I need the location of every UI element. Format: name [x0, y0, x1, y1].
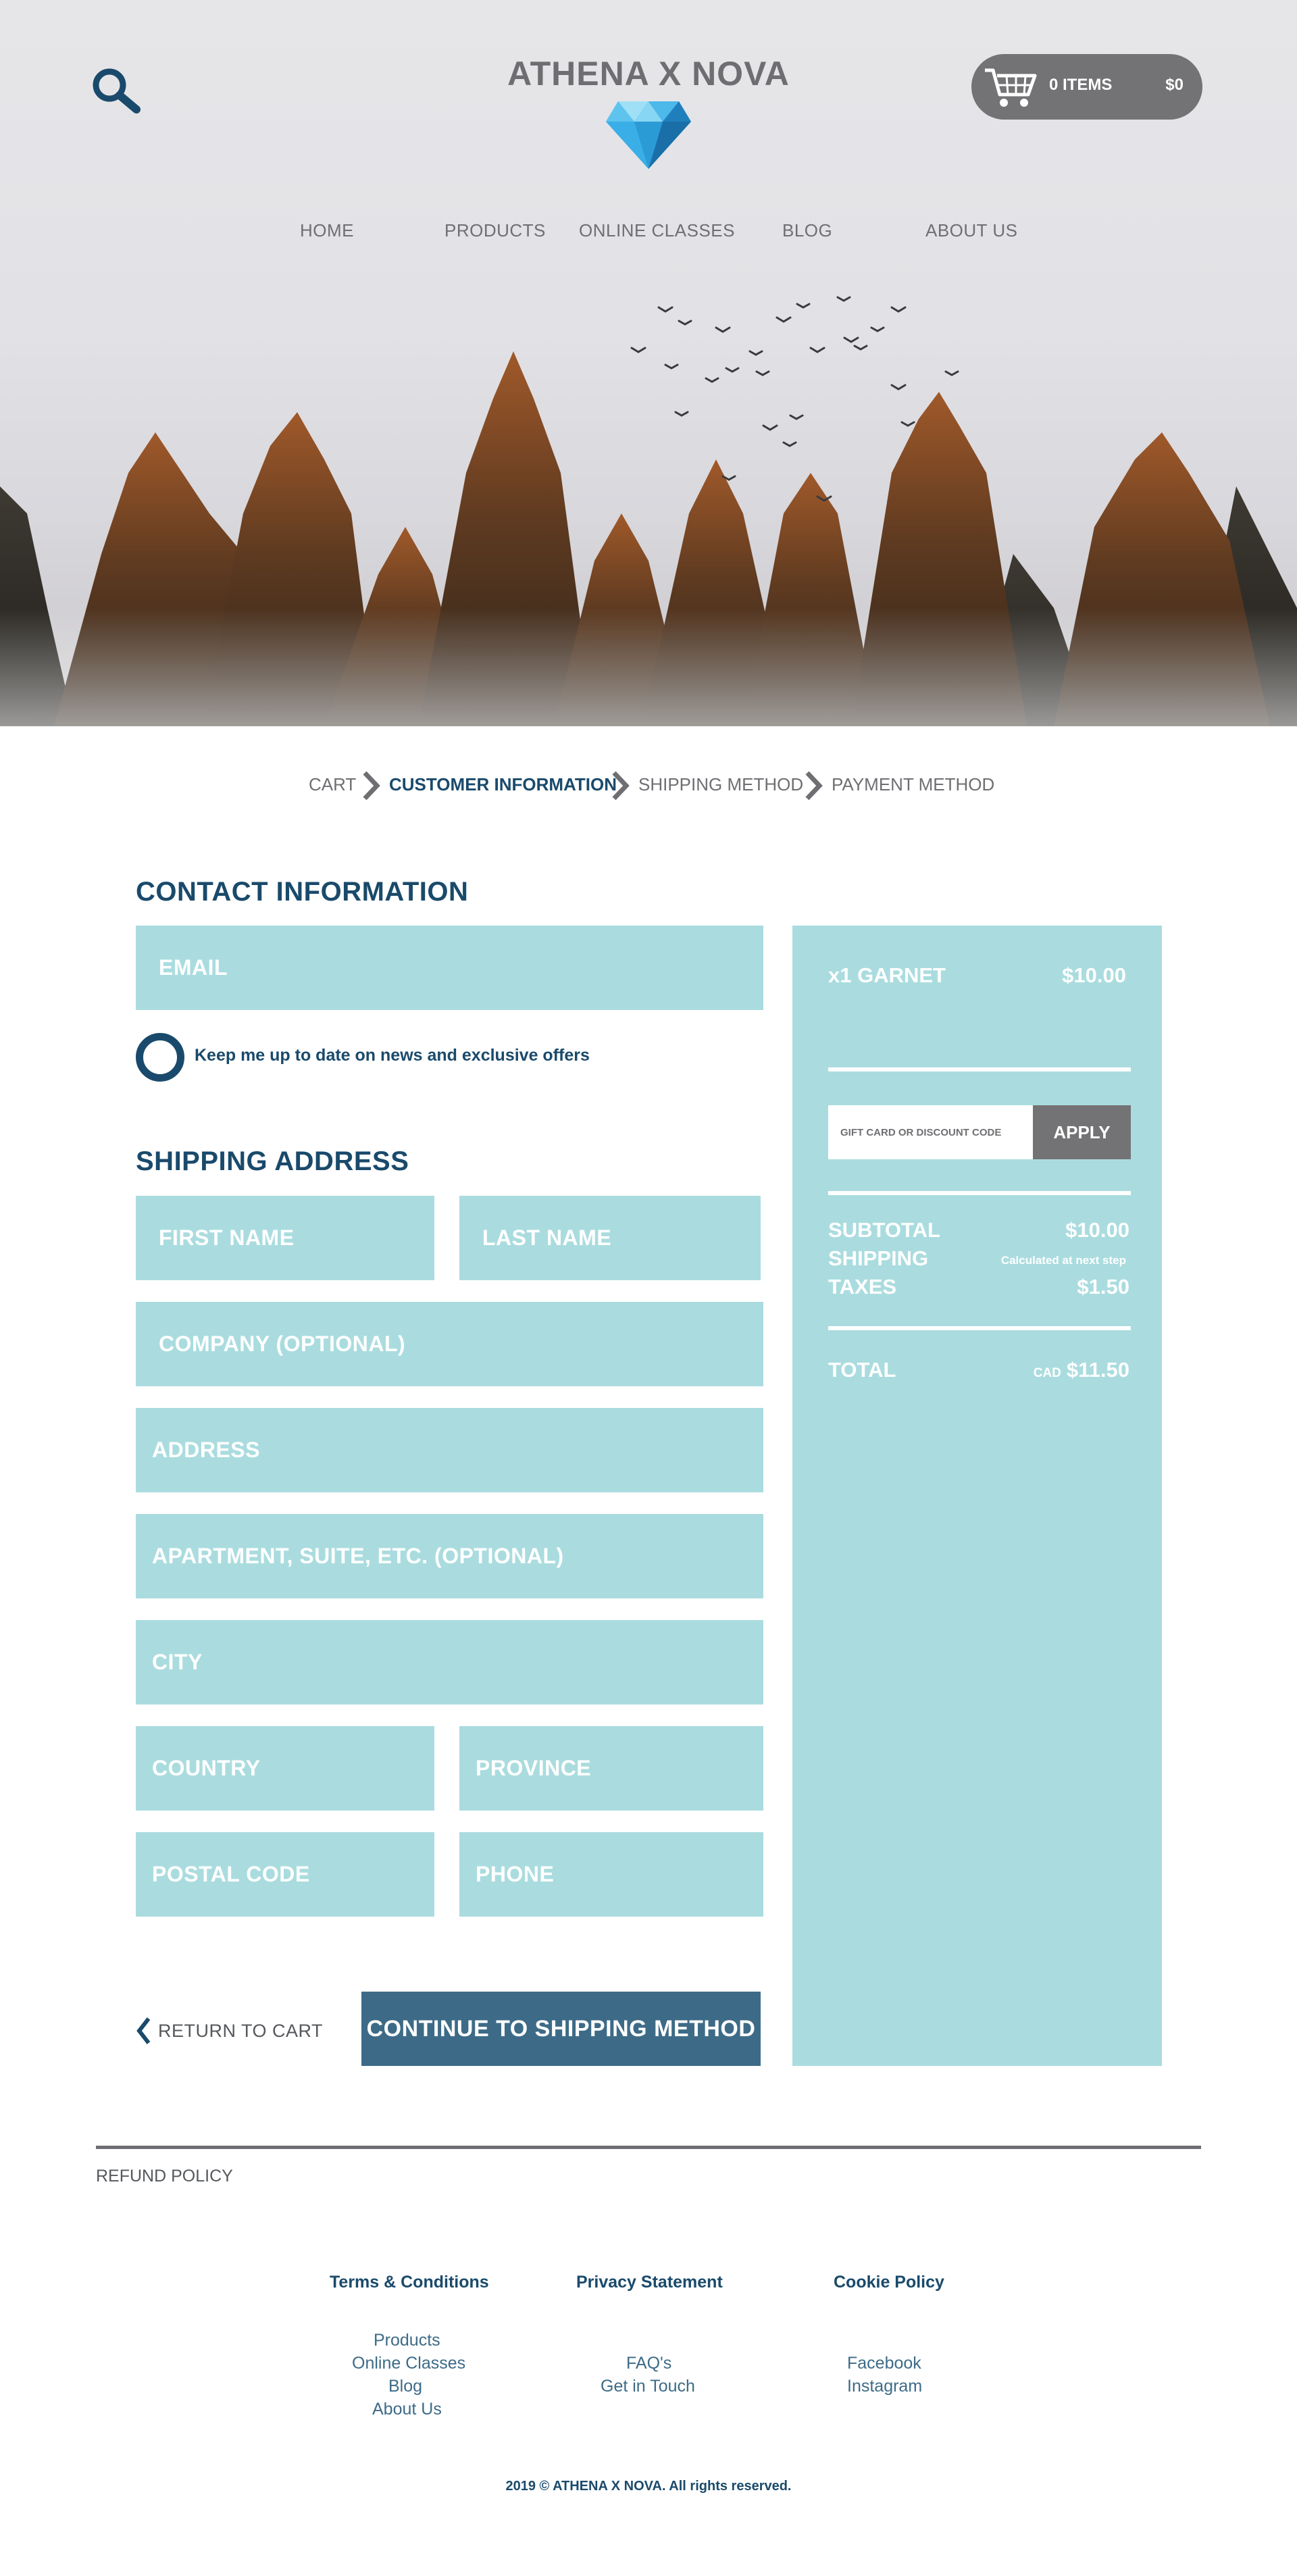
country-field[interactable]: COUNTRY — [136, 1726, 434, 1811]
main-nav: HOME PRODUCTS ONLINE CLASSES BLOG ABOUT … — [0, 220, 1297, 247]
order-summary: x1 GARNET $10.00 GIFT CARD OR DISCOUNT C… — [792, 926, 1162, 2066]
terms-conditions-link[interactable]: Terms & Conditions — [330, 2273, 489, 2292]
footer-divider — [96, 2146, 1201, 2149]
diamond-icon — [606, 101, 691, 169]
nav-about-us[interactable]: ABOUT US — [925, 220, 1017, 241]
brand[interactable]: ATHENA X NOVA — [446, 54, 851, 169]
first-name-field[interactable]: FIRST NAME — [136, 1196, 434, 1280]
discount-code-input[interactable]: GIFT CARD OR DISCOUNT CODE — [828, 1105, 1033, 1159]
search-button[interactable] — [89, 65, 143, 119]
company-field[interactable]: COMPANY (OPTIONAL) — [136, 1302, 763, 1386]
total-currency: CAD — [1033, 1366, 1061, 1380]
breadcrumb-customer-information[interactable]: CUSTOMER INFORMATION — [389, 774, 617, 795]
return-to-cart-label: RETURN TO CART — [158, 2020, 324, 2041]
newsletter-label: Keep me up to date on news and exclusive… — [195, 1046, 590, 1065]
hero-banner: ATHENA X NOVA 0 ITEMS $0 HOME PRODUCTS O… — [0, 0, 1297, 726]
footer-link-get-in-touch[interactable]: Get in Touch — [601, 2377, 695, 2396]
breadcrumb-shipping-method[interactable]: SHIPPING METHOD — [638, 774, 803, 795]
search-icon — [93, 68, 141, 113]
taxes-value: $1.50 — [1077, 1275, 1129, 1298]
footer-link-blog[interactable]: Blog — [388, 2377, 422, 2396]
summary-divider — [828, 1067, 1131, 1071]
newsletter-checkbox[interactable] — [136, 1033, 184, 1082]
breadcrumb-cart[interactable]: CART — [309, 774, 356, 795]
footer-link-online-classes[interactable]: Online Classes — [352, 2354, 465, 2373]
total-label: TOTAL — [828, 1358, 896, 1382]
brand-name: ATHENA X NOVA — [507, 55, 790, 93]
taxes-label: TAXES — [828, 1275, 897, 1298]
checkout-breadcrumb: CART CUSTOMER INFORMATION SHIPPING METHO… — [0, 770, 1297, 801]
cart-item-count: 0 ITEMS — [1049, 76, 1113, 94]
chevron-left-icon — [136, 2017, 151, 2044]
item-price: $10.00 — [1062, 963, 1126, 987]
subtotal-label: SUBTOTAL — [828, 1218, 940, 1242]
cart-total: $0 — [1165, 76, 1184, 94]
shipping-label: SHIPPING — [828, 1246, 929, 1270]
summary-divider — [828, 1191, 1131, 1195]
subtotal-value: $10.00 — [1065, 1218, 1129, 1242]
continue-to-shipping-button[interactable]: CONTINUE TO SHIPPING METHOD — [361, 1992, 761, 2066]
nav-blog[interactable]: BLOG — [782, 220, 832, 241]
province-field[interactable]: PROVINCE — [459, 1726, 763, 1811]
footer-link-products[interactable]: Products — [374, 2331, 440, 2350]
phone-field[interactable]: PHONE — [459, 1832, 763, 1917]
total-value: $11.50 — [1066, 1358, 1129, 1382]
summary-divider — [828, 1326, 1131, 1330]
footer-link-facebook[interactable]: Facebook — [847, 2354, 921, 2373]
footer-link-instagram[interactable]: Instagram — [847, 2377, 922, 2396]
return-to-cart-link[interactable]: RETURN TO CART — [135, 2016, 323, 2046]
shipping-address-title: SHIPPING ADDRESS — [136, 1146, 409, 1176]
chevron-right-icon — [805, 771, 823, 801]
chevron-right-icon — [363, 771, 380, 801]
apply-discount-button[interactable]: APPLY — [1033, 1105, 1131, 1159]
cart-button[interactable]: 0 ITEMS $0 — [971, 54, 1202, 120]
item-name: x1 GARNET — [828, 963, 946, 987]
nav-home[interactable]: HOME — [300, 220, 354, 241]
address-field[interactable]: ADDRESS — [136, 1408, 763, 1492]
footer-link-about-us[interactable]: About Us — [372, 2400, 442, 2419]
email-field[interactable]: EMAIL — [136, 926, 763, 1010]
footer-link-faqs[interactable]: FAQ's — [626, 2354, 671, 2373]
total-value-wrap: CAD $11.50 — [1034, 1358, 1129, 1382]
contact-information-title: CONTACT INFORMATION — [136, 877, 469, 907]
nav-online-classes[interactable]: ONLINE CLASSES — [579, 220, 735, 241]
cart-icon — [985, 68, 1037, 107]
postal-code-field[interactable]: POSTAL CODE — [136, 1832, 434, 1917]
apartment-field[interactable]: APARTMENT, SUITE, ETC. (OPTIONAL) — [136, 1514, 763, 1598]
last-name-field[interactable]: LAST NAME — [459, 1196, 761, 1280]
city-field[interactable]: CITY — [136, 1620, 763, 1704]
copyright: 2019 © ATHENA X NOVA. All rights reserve… — [505, 2479, 792, 2494]
breadcrumb-payment-method[interactable]: PAYMENT METHOD — [832, 774, 994, 795]
shipping-value: Calculated at next step — [1000, 1254, 1126, 1267]
privacy-statement-link[interactable]: Privacy Statement — [576, 2273, 723, 2292]
nav-products[interactable]: PRODUCTS — [444, 220, 546, 241]
chevron-right-icon — [612, 771, 630, 801]
cookie-policy-link[interactable]: Cookie Policy — [834, 2273, 944, 2292]
refund-policy-link[interactable]: REFUND POLICY — [96, 2167, 233, 2186]
